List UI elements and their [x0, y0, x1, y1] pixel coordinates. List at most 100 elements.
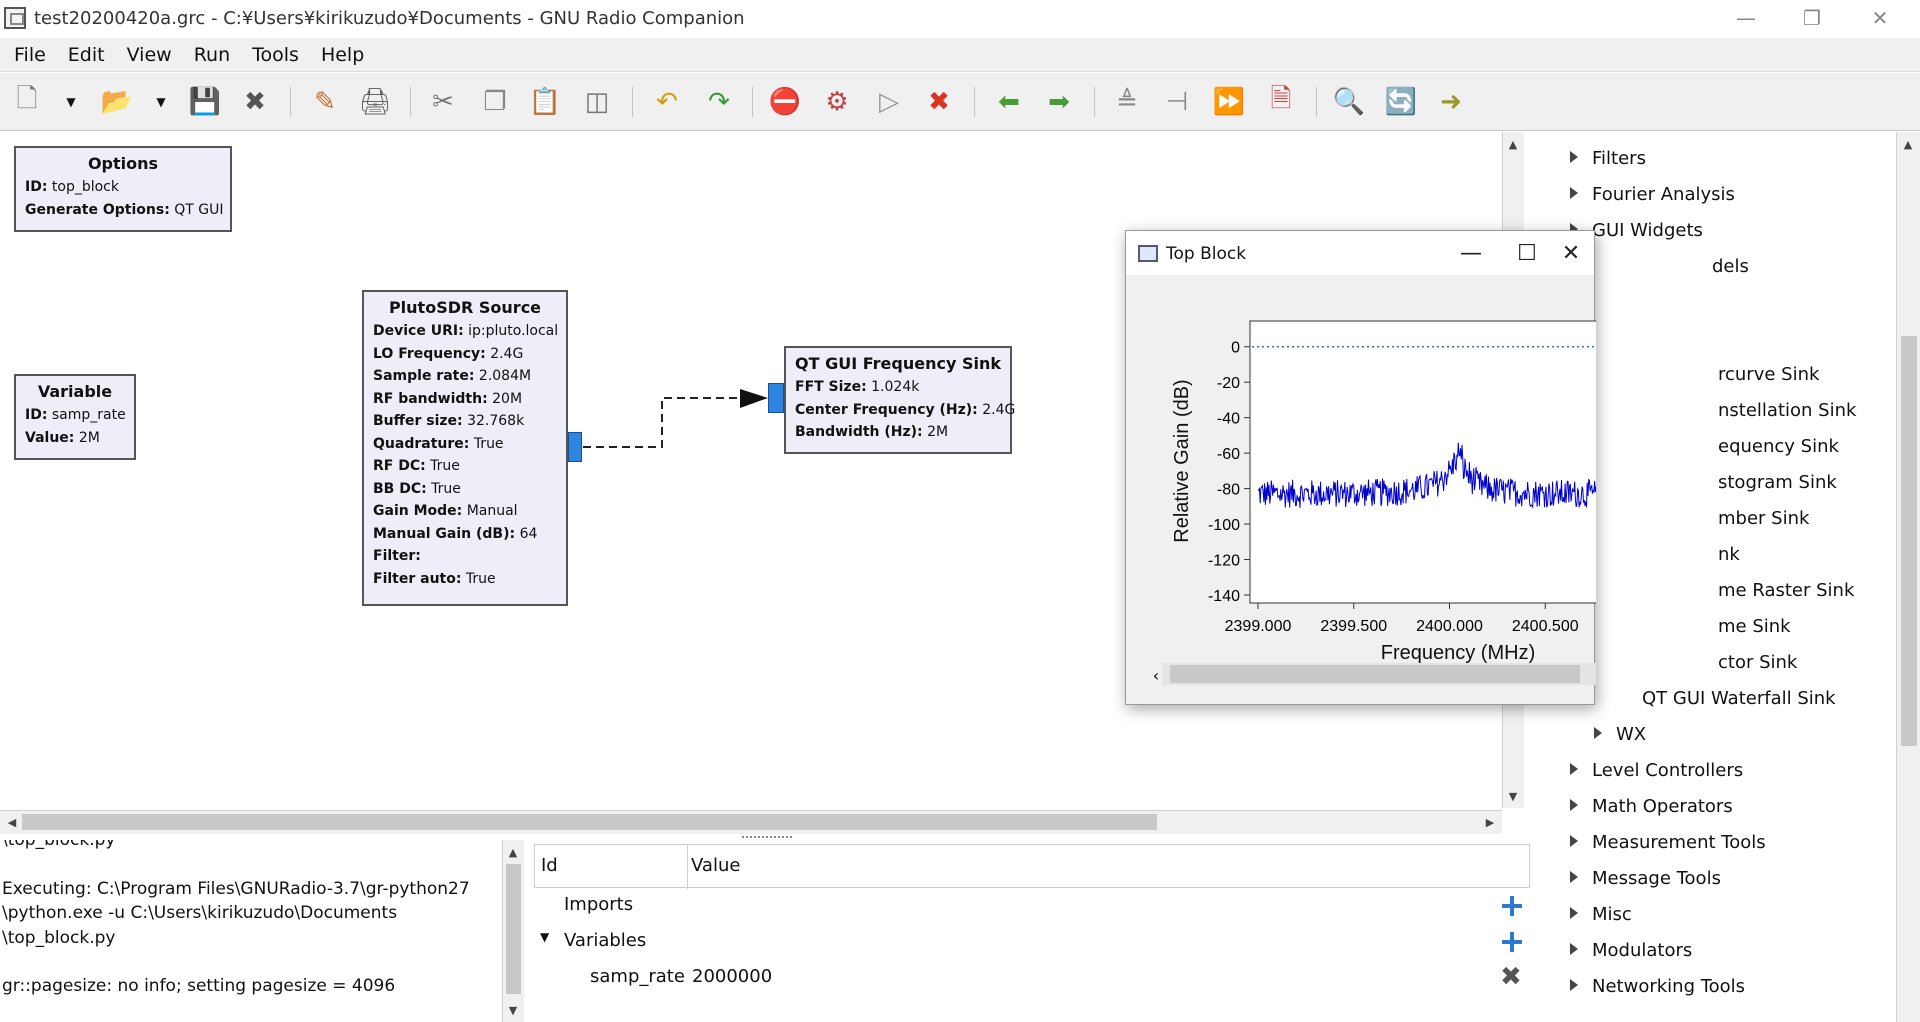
reload-icon[interactable]: 🔄	[1382, 83, 1420, 121]
menu-file[interactable]: File	[6, 44, 54, 66]
expand-arrow-icon[interactable]	[1570, 763, 1578, 775]
imports-row[interactable]: Imports	[564, 894, 633, 915]
tree-item-partial[interactable]: ctor Sink	[1718, 652, 1797, 673]
scroll-up-icon[interactable]: ▲	[503, 842, 523, 862]
scroll-down-icon[interactable]: ▼	[1503, 786, 1523, 806]
tree-item[interactable]: Fourier Analysis	[1570, 184, 1735, 205]
block-param: Bandwidth (Hz): 2M	[795, 424, 949, 440]
tree-item[interactable]: Modulators	[1570, 940, 1692, 961]
tree-item-partial[interactable]: me Raster Sink	[1718, 580, 1854, 601]
column-value[interactable]: Value	[691, 855, 740, 876]
scroll-left-icon[interactable]: ◀	[2, 812, 22, 832]
open-folder-icon[interactable]: 📂	[98, 83, 136, 121]
find-block-icon[interactable]: 🔍	[1330, 83, 1368, 121]
scroll-up-icon[interactable]: ▲	[1898, 134, 1918, 154]
tree-item[interactable]: Filters	[1570, 148, 1646, 169]
tree-item-partial[interactable]: stogram Sink	[1718, 472, 1837, 493]
remove-variable-icon[interactable]: ✖	[1500, 962, 1522, 992]
menu-edit[interactable]: Edit	[60, 44, 113, 66]
edit-properties-icon[interactable]: ✎	[306, 83, 344, 121]
undo-icon[interactable]: ↶	[648, 83, 686, 121]
variable-name[interactable]: samp_rate	[590, 966, 685, 987]
scroll-right-icon[interactable]: ▶	[1480, 812, 1500, 832]
menu-run[interactable]: Run	[186, 44, 238, 66]
menu-view[interactable]: View	[119, 44, 180, 66]
execute-icon[interactable]: ▷	[870, 83, 908, 121]
dropdown-arrow-icon[interactable]: ▼	[52, 83, 90, 121]
console-scroll-thumb[interactable]	[506, 864, 521, 994]
tree-item-partial[interactable]: mber Sink	[1718, 508, 1809, 529]
connection-line[interactable]	[583, 397, 742, 448]
y-tick-label: -40	[1217, 411, 1240, 428]
tree-item-partial[interactable]: rcurve Sink	[1718, 364, 1819, 385]
expand-arrow-icon[interactable]	[1570, 187, 1578, 199]
tree-item-partial[interactable]: nk	[1718, 544, 1740, 565]
expand-arrow-icon[interactable]	[1570, 907, 1578, 919]
new-file-icon[interactable]: 🗋	[8, 83, 46, 121]
tree-scroll-thumb[interactable]	[1901, 336, 1917, 746]
tree-scrollbar[interactable]: ▲	[1896, 132, 1920, 1022]
disable-icon[interactable]: ⛔	[766, 83, 804, 121]
tree-item[interactable]: Networking Tools	[1570, 976, 1745, 997]
close-flowgraph-icon[interactable]: ✖	[236, 83, 274, 121]
minimize-icon[interactable]: —	[1718, 0, 1774, 36]
scroll-up-icon[interactable]: ▲	[1503, 134, 1523, 154]
open-hier-icon[interactable]: ➜	[1432, 83, 1470, 121]
tree-item-wx[interactable]: WX	[1594, 724, 1646, 745]
tree-item-partial[interactable]: dels	[1712, 256, 1749, 277]
top-block-window[interactable]: Top Block — ☐ ✕ 0 -20 -40 -60 -80 -100 -120 -14…	[1125, 230, 1596, 705]
add-variable-icon[interactable]	[1500, 930, 1524, 954]
tree-item-partial[interactable]: me Sink	[1718, 616, 1791, 637]
paste-icon[interactable]: 📋	[526, 83, 564, 121]
tree-item-partial[interactable]: nstellation Sink	[1718, 400, 1856, 421]
pane-splitter-grip[interactable]	[742, 836, 792, 840]
print-icon[interactable]: 🖨	[356, 83, 394, 121]
expand-arrow-icon[interactable]	[1570, 151, 1578, 163]
tree-item[interactable]: Math Operators	[1570, 796, 1733, 817]
column-id[interactable]: Id	[541, 855, 558, 876]
expand-arrow-icon[interactable]	[1570, 943, 1578, 955]
generate-icon[interactable]: ⚙	[818, 83, 856, 121]
variable-value[interactable]: 2000000	[692, 966, 772, 987]
expand-arrow-icon[interactable]	[1570, 799, 1578, 811]
add-import-icon[interactable]	[1500, 894, 1524, 918]
console-scrollbar[interactable]: ▲ ▼	[502, 840, 524, 1022]
expand-arrow-icon[interactable]	[1570, 979, 1578, 991]
create-hier-icon[interactable]: 🗎	[1262, 83, 1300, 121]
restore-icon[interactable]: ❐	[1784, 0, 1840, 36]
tree-item[interactable]: Message Tools	[1570, 868, 1721, 889]
qt-gui-frequency-sink-block[interactable]: QT GUI Frequency Sink FFT Size: 1.024k C…	[784, 346, 1015, 454]
menu-help[interactable]: Help	[313, 44, 372, 66]
canvas-horizontal-scrollbar[interactable]: ◀ ▶	[0, 810, 1502, 834]
tree-item-partial[interactable]: equency Sink	[1718, 436, 1839, 457]
expand-variables-icon[interactable]: ▼	[540, 930, 549, 944]
expand-arrow-icon[interactable]	[1594, 727, 1602, 739]
cut-icon[interactable]: ✂	[424, 83, 462, 121]
copy-icon[interactable]: ❐	[476, 83, 514, 121]
close-icon[interactable]: ✕	[1852, 0, 1908, 36]
freq-sink-input-port[interactable]	[768, 383, 784, 413]
delete-icon[interactable]: ◫	[578, 83, 616, 121]
enable-block-icon[interactable]: ≜	[1108, 83, 1146, 121]
expand-arrow-icon[interactable]	[1570, 835, 1578, 847]
scroll-left-icon[interactable]: ‹	[1153, 666, 1159, 685]
disable-block-icon[interactable]: ⊣	[1158, 83, 1196, 121]
bypass-icon[interactable]: ⏩	[1210, 83, 1248, 121]
expand-arrow-icon[interactable]	[1570, 871, 1578, 883]
scroll-down-icon[interactable]: ▼	[503, 1000, 523, 1020]
menu-tools[interactable]: Tools	[244, 44, 307, 66]
redo-icon[interactable]: ↷	[700, 83, 738, 121]
tree-item[interactable]: Level Controllers	[1570, 760, 1743, 781]
tree-item[interactable]: Misc	[1570, 904, 1632, 925]
rotate-cw-icon[interactable]: ➡	[1040, 83, 1078, 121]
horizontal-scroll-thumb[interactable]	[22, 814, 1157, 830]
toolbar-separator	[974, 87, 975, 117]
save-icon[interactable]: 💾	[186, 83, 224, 121]
dropdown-arrow-icon[interactable]: ▼	[142, 83, 180, 121]
kill-icon[interactable]: ✖	[920, 83, 958, 121]
tree-item[interactable]: Measurement Tools	[1570, 832, 1766, 853]
rotate-ccw-icon[interactable]: ⬅	[990, 83, 1028, 121]
variables-row[interactable]: Variables	[564, 930, 646, 951]
tree-item-waterfall-sink[interactable]: QT GUI Waterfall Sink	[1642, 688, 1836, 709]
plot-horizontal-scroll-thumb[interactable]	[1170, 665, 1580, 683]
